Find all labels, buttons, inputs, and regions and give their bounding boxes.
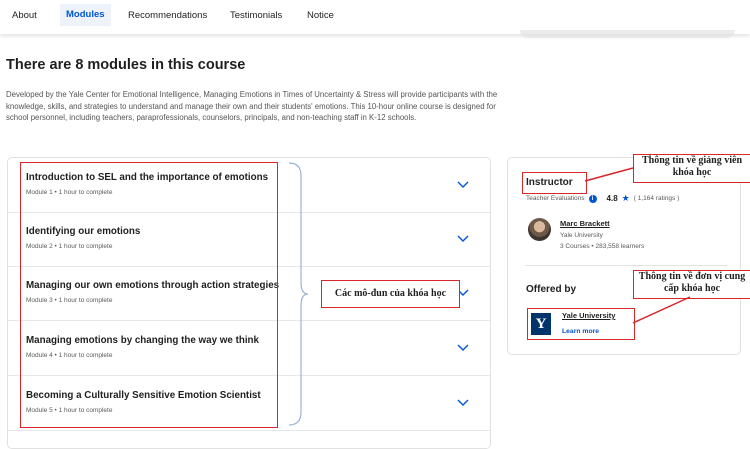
instructor-annotation-box [522, 172, 587, 194]
tab-bar: About Modules Recommendations Testimonia… [0, 0, 750, 34]
org-annotation-callout: Thông tin về đơn vị cung cấp khóa học [633, 270, 750, 299]
avatar[interactable] [528, 218, 551, 241]
rating-value: 4.8 [606, 194, 618, 203]
tab-modules[interactable]: Modules [60, 4, 111, 26]
star-icon: ★ [621, 193, 630, 203]
tab-about[interactable]: About [6, 9, 43, 27]
divider [525, 265, 728, 266]
bracket-shape [288, 162, 309, 426]
page-title: There are 8 modules in this course [6, 57, 246, 73]
offered-by-heading: Offered by [526, 284, 577, 295]
modules-annotation-label: Các mô-đun của khóa học [321, 280, 460, 308]
chevron-down-icon[interactable] [456, 395, 470, 409]
tab-recommendations[interactable]: Recommendations [122, 9, 213, 27]
header-shadow-shape [520, 30, 735, 38]
instructor-university: Yale University [560, 232, 603, 239]
instructor-stats: 3 Courses • 283,558 learners [560, 243, 645, 250]
evaluations-label: Teacher Evaluations [526, 195, 585, 202]
instructor-annotation-callout: Thông tin về giảng viên khóa học [633, 154, 750, 183]
chevron-down-icon[interactable] [456, 340, 470, 354]
instructor-name-link[interactable]: Marc Brackett [560, 219, 610, 228]
tab-notice[interactable]: Notice [301, 9, 340, 27]
chevron-down-icon[interactable] [456, 177, 470, 191]
info-icon[interactable]: i [588, 194, 597, 203]
tab-testimonials[interactable]: Testimonials [224, 9, 288, 27]
rating-count: ( 1,164 ratings ) [633, 195, 680, 202]
org-annotation-box [527, 308, 635, 340]
course-description: Developed by the Yale Center for Emotion… [6, 90, 498, 122]
modules-annotation-box [20, 162, 278, 428]
evaluation-row: Teacher Evaluations i 4.8 ★ ( 1,164 rati… [526, 193, 679, 204]
chevron-down-icon[interactable] [456, 231, 470, 245]
